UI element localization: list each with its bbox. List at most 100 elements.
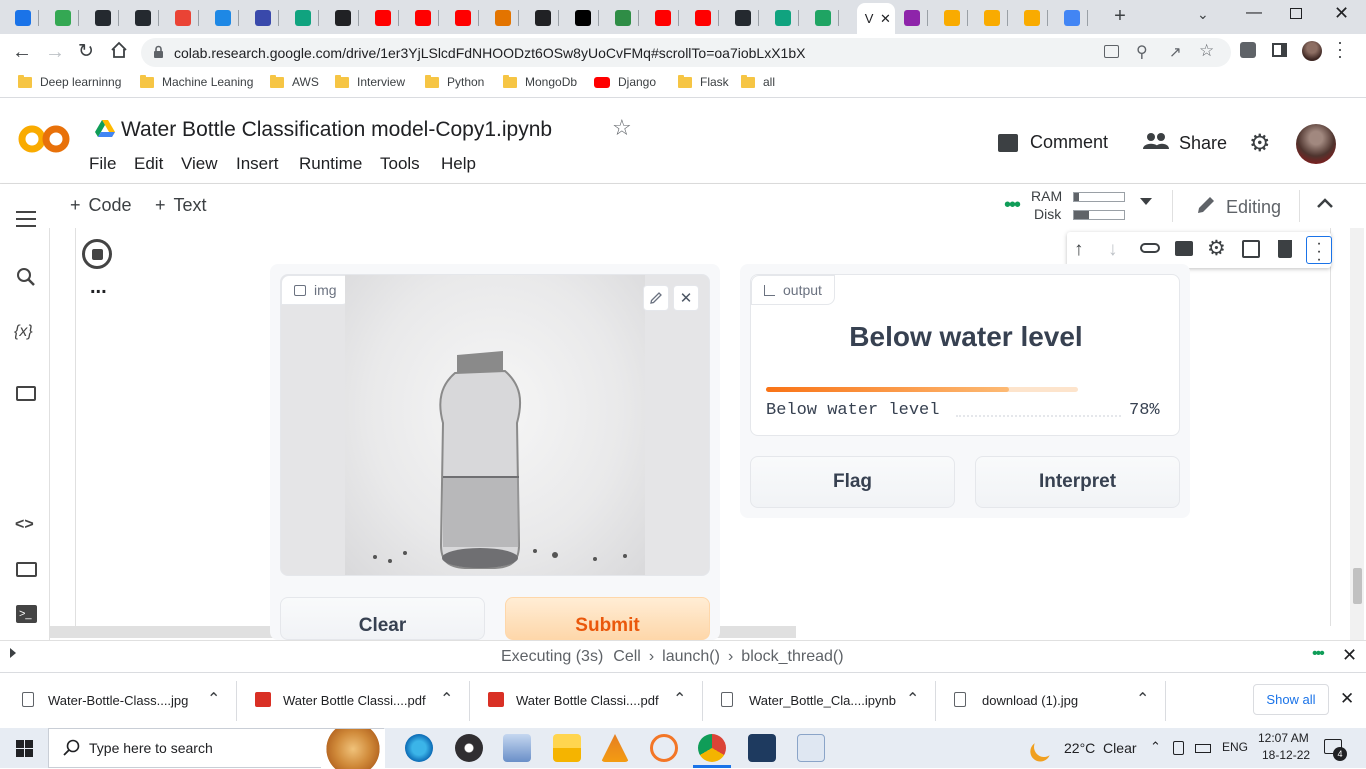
minimize-button[interactable]: —: [1246, 4, 1266, 24]
move-cell-down-icon[interactable]: ↓: [1108, 239, 1118, 261]
browser-tab[interactable]: [368, 5, 406, 30]
profile-avatar[interactable]: [1302, 41, 1322, 61]
menu-item-runtime[interactable]: Runtime: [299, 154, 362, 174]
browser-tab[interactable]: [448, 5, 486, 30]
edge-browser-icon[interactable]: [405, 734, 433, 762]
tray-overflow-chevron-icon[interactable]: ⌃: [1150, 739, 1161, 755]
browser-tab[interactable]: [1057, 5, 1095, 30]
tray-device-icon[interactable]: [1173, 741, 1184, 755]
menu-item-help[interactable]: Help: [441, 154, 476, 174]
browser-tab[interactable]: [288, 5, 326, 30]
browser-tab[interactable]: [488, 5, 526, 30]
browser-tab[interactable]: [897, 5, 935, 30]
flag-button[interactable]: Flag: [750, 456, 955, 508]
vlc-icon[interactable]: [601, 734, 629, 762]
browser-tab[interactable]: [328, 5, 366, 30]
table-of-contents-icon[interactable]: [16, 211, 36, 227]
browser-tab[interactable]: [568, 5, 606, 30]
bookmark-item[interactable]: all: [741, 74, 775, 89]
browser-tab[interactable]: [128, 5, 166, 30]
extensions-puzzle-icon[interactable]: [1240, 42, 1256, 58]
cell-settings-gear-icon[interactable]: ⚙: [1207, 236, 1226, 261]
close-tab-icon[interactable]: ✕: [880, 11, 891, 27]
star-icon[interactable]: ☆: [612, 115, 632, 141]
image-input[interactable]: img ✕: [280, 274, 710, 576]
home-icon[interactable]: [110, 41, 128, 64]
search-icon[interactable]: [16, 267, 36, 292]
link-icon[interactable]: [1140, 243, 1160, 253]
close-downloads-icon[interactable]: ✕: [1340, 689, 1354, 709]
lock-icon[interactable]: [153, 45, 164, 64]
close-window-button[interactable]: ✕: [1334, 3, 1349, 24]
virtual-desktop-icon[interactable]: [503, 734, 531, 762]
vscode-like-icon[interactable]: [748, 734, 776, 762]
remove-image-button[interactable]: ✕: [673, 285, 699, 311]
settings-gear-icon[interactable]: ⚙: [1249, 129, 1271, 158]
browser-tab[interactable]: [1017, 5, 1055, 30]
browser-tab[interactable]: [768, 5, 806, 30]
menu-item-edit[interactable]: Edit: [134, 154, 163, 174]
add-code-button[interactable]: + Code: [70, 195, 132, 216]
weather-text[interactable]: 22°C Clear: [1064, 740, 1137, 756]
battery-icon[interactable]: [1195, 744, 1211, 753]
bookmark-item[interactable]: Machine Leaning: [140, 74, 253, 89]
file-explorer-icon[interactable]: [553, 734, 581, 762]
editing-mode-button[interactable]: Editing: [1196, 195, 1281, 220]
language-indicator[interactable]: ENG: [1222, 740, 1248, 754]
bookmark-item[interactable]: MongoDb: [503, 74, 577, 89]
back-arrow-icon[interactable]: ←: [12, 41, 32, 64]
browser-tab[interactable]: [648, 5, 686, 30]
menu-item-view[interactable]: View: [181, 154, 218, 174]
files-folder-icon[interactable]: [16, 386, 36, 401]
tab-search-chevron-icon[interactable]: ⌄: [1197, 6, 1209, 23]
browser-tab[interactable]: [208, 5, 246, 30]
browser-tab[interactable]: [808, 5, 846, 30]
zoom-icon[interactable]: ⚲: [1136, 42, 1148, 62]
cell-more-icon[interactable]: ...: [90, 277, 107, 297]
clock-date[interactable]: 18-12-22: [1262, 748, 1310, 762]
menu-item-tools[interactable]: Tools: [380, 154, 420, 174]
bookmark-item[interactable]: Python: [425, 74, 484, 89]
browser-tab[interactable]: [688, 5, 726, 30]
edit-image-button[interactable]: [643, 285, 669, 311]
browser-tab[interactable]: [248, 5, 286, 30]
browser-tab[interactable]: [977, 5, 1015, 30]
code-snippets-icon[interactable]: <>: [15, 516, 34, 534]
mirror-cell-icon[interactable]: [1242, 240, 1260, 258]
jupyter-icon[interactable]: [650, 734, 678, 762]
interpret-button[interactable]: Interpret: [975, 456, 1180, 508]
address-bar[interactable]: colab.research.google.com/drive/1er3YjLS…: [141, 38, 1231, 67]
user-avatar[interactable]: [1296, 124, 1336, 164]
browser-tab[interactable]: [728, 5, 766, 30]
share-button[interactable]: Share: [1143, 132, 1227, 155]
download-options-chevron-up-icon[interactable]: ⌃: [207, 689, 220, 709]
add-text-button[interactable]: + Text: [155, 195, 207, 216]
download-item[interactable]: Water Bottle Classi....pdf ⌃: [237, 673, 470, 729]
cell-more-actions-icon[interactable]: · · ·: [1306, 236, 1332, 268]
download-item[interactable]: Water Bottle Classi....pdf ⌃: [470, 673, 703, 729]
obs-studio-icon[interactable]: [455, 734, 483, 762]
bookmark-item[interactable]: Interview: [335, 74, 405, 89]
browser-tab[interactable]: [8, 5, 46, 30]
chrome-menu-icon[interactable]: · · ·: [1337, 33, 1343, 65]
browser-tab[interactable]: [48, 5, 86, 30]
reload-icon[interactable]: ↻: [78, 40, 94, 63]
download-item[interactable]: download (1).jpg ⌃: [936, 673, 1166, 729]
menu-item-insert[interactable]: Insert: [236, 154, 279, 174]
notebook-scrollbar-thumb[interactable]: [1353, 568, 1362, 604]
resources-widget[interactable]: RAM Disk: [1031, 188, 1131, 224]
expand-status-chevron-icon[interactable]: [10, 648, 16, 658]
browser-tab[interactable]: [408, 5, 446, 30]
bookmark-item[interactable]: AWS: [270, 74, 319, 89]
browser-tab[interactable]: [168, 5, 206, 30]
command-palette-icon[interactable]: [16, 562, 37, 577]
taskbar-search-box[interactable]: Type here to search: [48, 728, 385, 769]
notebook-title[interactable]: Water Bottle Classification model-Copy1.…: [121, 118, 552, 142]
resources-dropdown-icon[interactable]: [1140, 198, 1152, 205]
stop-execution-button[interactable]: [82, 239, 112, 269]
download-item[interactable]: Water_Bottle_Cla....ipynb ⌃: [703, 673, 936, 729]
browser-tab[interactable]: [88, 5, 126, 30]
terminal-icon[interactable]: >_: [16, 605, 37, 623]
move-cell-up-icon[interactable]: ↑: [1074, 239, 1084, 261]
maximize-button[interactable]: [1290, 8, 1302, 19]
